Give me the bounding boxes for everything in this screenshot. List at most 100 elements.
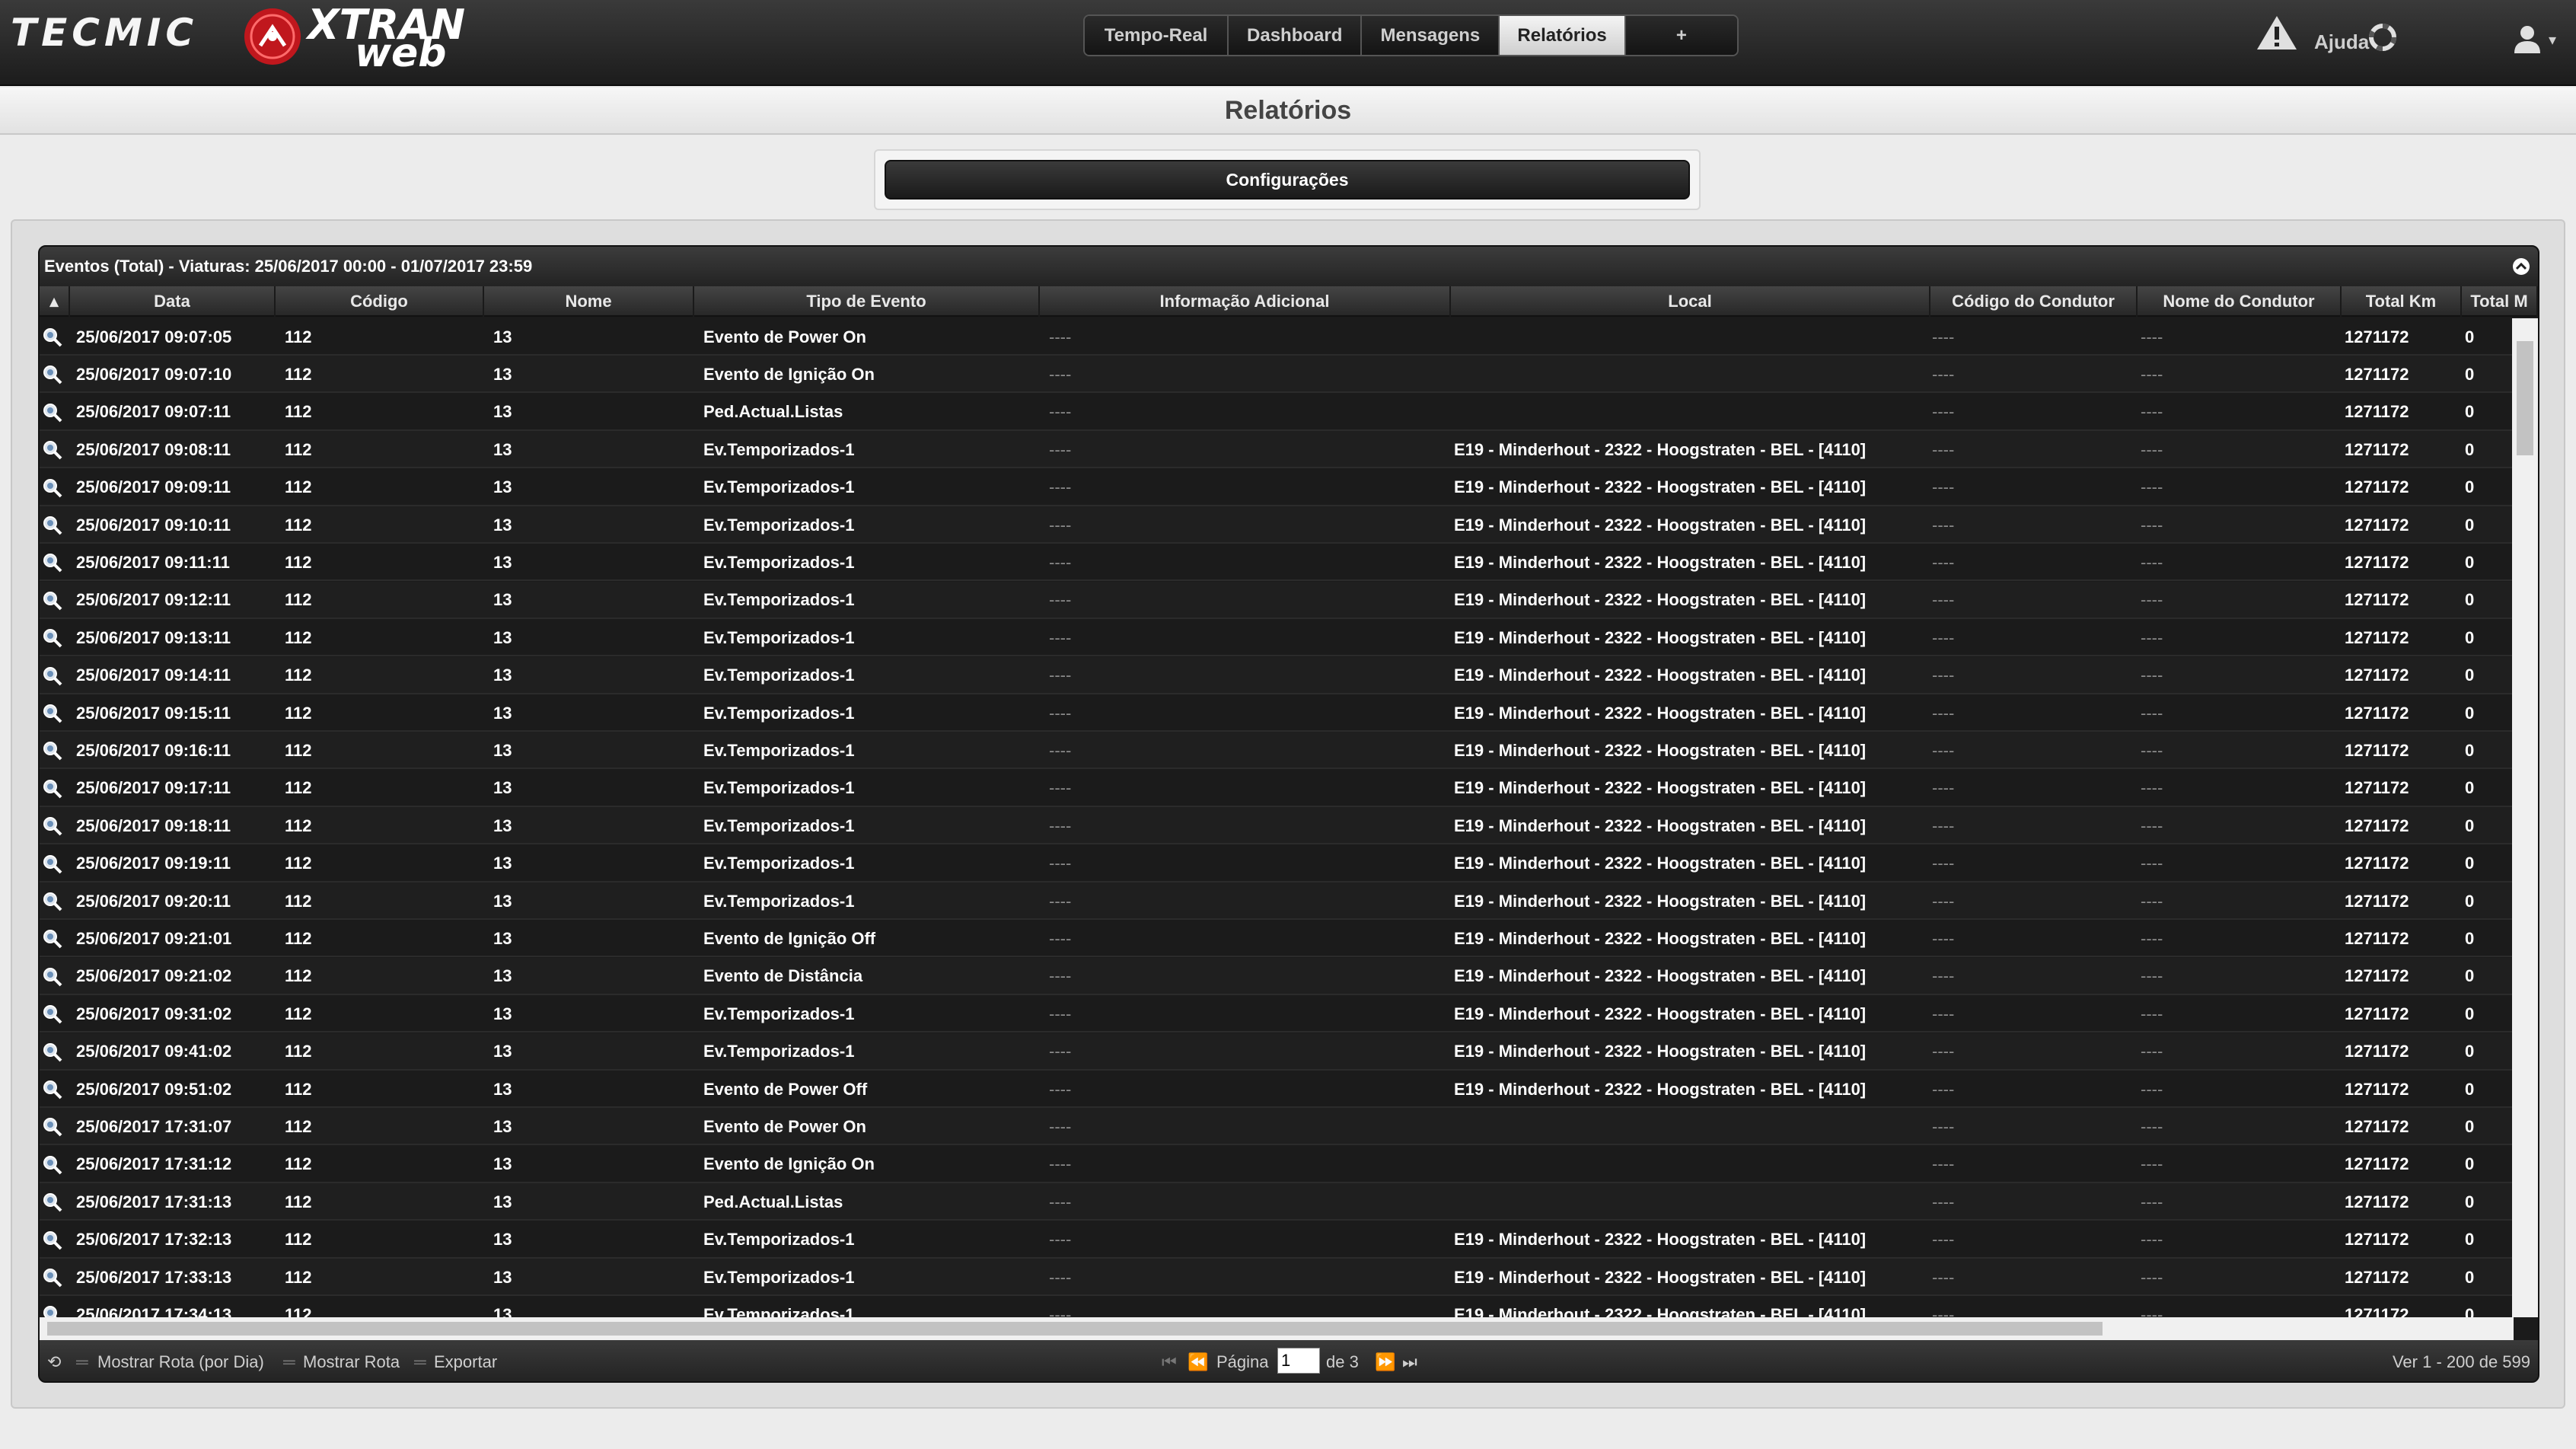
zoom-map-icon[interactable]: [43, 1155, 62, 1175]
help-label[interactable]: Ajuda: [2314, 30, 2369, 54]
table-row[interactable]: 25/06/2017 09:16:11 112 13 Ev.Temporizados-…: [40, 732, 2514, 770]
table-cell: Evento de Power On: [703, 327, 866, 346]
table-cell: 0: [2465, 552, 2475, 572]
zoom-map-icon[interactable]: [43, 704, 62, 723]
table-row[interactable]: 25/06/2017 17:31:07 112 13 Evento de Power …: [40, 1108, 2514, 1146]
table-row[interactable]: 25/06/2017 17:32:13 112 13 Ev.Temporizados-…: [40, 1221, 2514, 1259]
table-row[interactable]: 25/06/2017 09:09:11 112 13 Ev.Temporizados-…: [40, 469, 2514, 506]
vertical-scroll-thumb[interactable]: [2517, 341, 2533, 455]
show-route-by-day-button[interactable]: Mostrar Rota (por Dia): [97, 1352, 264, 1372]
export-button[interactable]: Exportar: [434, 1352, 497, 1372]
column-header[interactable]: Informação Adicional: [1040, 286, 1451, 317]
page-number-input[interactable]: [1277, 1348, 1320, 1374]
refresh-icon[interactable]: ⟲: [47, 1352, 61, 1372]
zoom-map-icon[interactable]: [43, 1268, 62, 1288]
column-header[interactable]: Código do Condutor: [1930, 286, 2138, 317]
zoom-map-icon[interactable]: [43, 327, 62, 347]
table-cell: Ev.Temporizados-1: [703, 778, 855, 798]
sort-indicator-icon[interactable]: ▴: [40, 286, 70, 317]
tab-more[interactable]: +: [1625, 16, 1737, 55]
first-page-icon[interactable]: ⏮: [1162, 1352, 1177, 1372]
table-row[interactable]: 25/06/2017 09:08:11 112 13 Ev.Temporizados-…: [40, 431, 2514, 469]
zoom-map-icon[interactable]: [43, 1230, 62, 1250]
tab-dashboard[interactable]: Dashboard: [1229, 16, 1363, 55]
table-row[interactable]: 25/06/2017 09:12:11 112 13 Ev.Temporizados-…: [40, 581, 2514, 619]
table-row[interactable]: 25/06/2017 09:31:02 112 13 Ev.Temporizados-…: [40, 995, 2514, 1033]
zoom-map-icon[interactable]: [43, 779, 62, 799]
table-row[interactable]: 25/06/2017 17:31:13 112 13 Ped.Actual.Lista…: [40, 1183, 2514, 1221]
table-row[interactable]: 25/06/2017 09:13:11 112 13 Ev.Temporizados-…: [40, 619, 2514, 657]
zoom-map-icon[interactable]: [43, 854, 62, 874]
table-row[interactable]: 25/06/2017 09:07:11 112 13 Ped.Actual.Lista…: [40, 394, 2514, 431]
table-cell: 1271172: [2345, 740, 2409, 760]
column-header[interactable]: Código: [276, 286, 484, 317]
tab-mensagens[interactable]: Mensagens: [1362, 16, 1500, 55]
tab-relatorios[interactable]: Relatórios: [1500, 16, 1626, 55]
zoom-map-icon[interactable]: [43, 1117, 62, 1137]
zoom-map-icon[interactable]: [43, 929, 62, 949]
table-row[interactable]: 25/06/2017 09:07:05 112 13 Evento de Power …: [40, 318, 2514, 356]
table-row[interactable]: 25/06/2017 09:21:02 112 13 Evento de Distân…: [40, 957, 2514, 995]
column-header[interactable]: Local: [1451, 286, 1930, 317]
table-row[interactable]: 25/06/2017 09:07:10 112 13 Evento de Igniçã…: [40, 356, 2514, 394]
column-header[interactable]: Total Km: [2342, 286, 2462, 317]
table-row[interactable]: 25/06/2017 17:33:13 112 13 Ev.Temporizados-…: [40, 1259, 2514, 1296]
zoom-map-icon[interactable]: [43, 741, 62, 761]
show-route-button[interactable]: Mostrar Rota: [303, 1352, 400, 1372]
table-cell: ----: [1932, 590, 1955, 610]
table-row[interactable]: 25/06/2017 09:15:11 112 13 Ev.Temporizados-…: [40, 694, 2514, 732]
user-menu-chevron-down-icon[interactable]: ▾: [2549, 30, 2556, 49]
table-row[interactable]: 25/06/2017 09:10:11 112 13 Ev.Temporizados-…: [40, 506, 2514, 544]
zoom-map-icon[interactable]: [43, 892, 62, 911]
zoom-map-icon[interactable]: [43, 515, 62, 535]
prev-page-icon[interactable]: ⏪: [1188, 1352, 1208, 1372]
horizontal-scrollbar[interactable]: [40, 1317, 2514, 1340]
last-page-icon[interactable]: ⏭: [1402, 1352, 1417, 1372]
column-header[interactable]: Tipo de Evento: [694, 286, 1040, 317]
zoom-map-icon[interactable]: [43, 1192, 62, 1212]
zoom-map-icon[interactable]: [43, 1305, 62, 1317]
table-row[interactable]: 25/06/2017 09:14:11 112 13 Ev.Temporizados-…: [40, 656, 2514, 694]
config-button[interactable]: Configurações: [885, 160, 1690, 199]
table-row[interactable]: 25/06/2017 17:31:12 112 13 Evento de Igniçã…: [40, 1146, 2514, 1183]
zoom-map-icon[interactable]: [43, 440, 62, 460]
table-cell: E19 - Minderhout - 2322 - Hoogstraten - …: [1454, 778, 1867, 798]
table-row[interactable]: 25/06/2017 09:11:11 112 13 Ev.Temporizados-…: [40, 544, 2514, 582]
table-row[interactable]: 25/06/2017 17:34:13 112 13 Ev.Temporizados-…: [40, 1296, 2514, 1317]
table-cell: 0: [2465, 854, 2475, 873]
zoom-map-icon[interactable]: [43, 628, 62, 648]
zoom-map-icon[interactable]: [43, 591, 62, 611]
column-header[interactable]: Total M: [2462, 286, 2538, 317]
warning-icon[interactable]: [2256, 14, 2298, 52]
help-lifebuoy-icon[interactable]: [2369, 24, 2396, 51]
zoom-map-icon[interactable]: [43, 666, 62, 686]
vertical-scrollbar[interactable]: [2512, 318, 2538, 1317]
table-row[interactable]: 25/06/2017 09:41:02 112 13 Ev.Temporizados-…: [40, 1032, 2514, 1071]
zoom-map-icon[interactable]: [43, 967, 62, 987]
zoom-map-icon[interactable]: [43, 553, 62, 573]
next-page-icon[interactable]: ⏩: [1375, 1352, 1395, 1372]
table-row[interactable]: 25/06/2017 09:19:11 112 13 Ev.Temporizados-…: [40, 845, 2514, 882]
table-row[interactable]: 25/06/2017 09:17:11 112 13 Ev.Temporizados-…: [40, 770, 2514, 807]
table-row[interactable]: 25/06/2017 09:21:01 112 13 Evento de Igniçã…: [40, 920, 2514, 958]
collapse-icon[interactable]: [2512, 257, 2530, 276]
table-cell: ----: [2141, 402, 2163, 422]
tab-tempo-real[interactable]: Tempo-Real: [1085, 16, 1229, 55]
table-row[interactable]: 25/06/2017 09:20:11 112 13 Ev.Temporizados-…: [40, 882, 2514, 920]
zoom-map-icon[interactable]: [43, 1004, 62, 1024]
zoom-map-icon[interactable]: [43, 816, 62, 836]
column-header[interactable]: Nome do Condutor: [2138, 286, 2342, 317]
column-header[interactable]: Nome: [484, 286, 694, 317]
user-icon[interactable]: [2512, 23, 2543, 53]
table-row[interactable]: 25/06/2017 09:18:11 112 13 Ev.Temporizados-…: [40, 807, 2514, 845]
zoom-map-icon[interactable]: [43, 1042, 62, 1062]
table-cell: 112: [285, 891, 312, 911]
zoom-map-icon[interactable]: [43, 365, 62, 385]
zoom-map-icon[interactable]: [43, 1080, 62, 1100]
zoom-map-icon[interactable]: [43, 478, 62, 498]
table-cell: ----: [2141, 477, 2163, 497]
table-row[interactable]: 25/06/2017 09:51:02 112 13 Evento de Power …: [40, 1071, 2514, 1108]
horizontal-scroll-thumb[interactable]: [47, 1322, 2103, 1336]
column-header[interactable]: Data: [70, 286, 276, 317]
zoom-map-icon[interactable]: [43, 403, 62, 423]
